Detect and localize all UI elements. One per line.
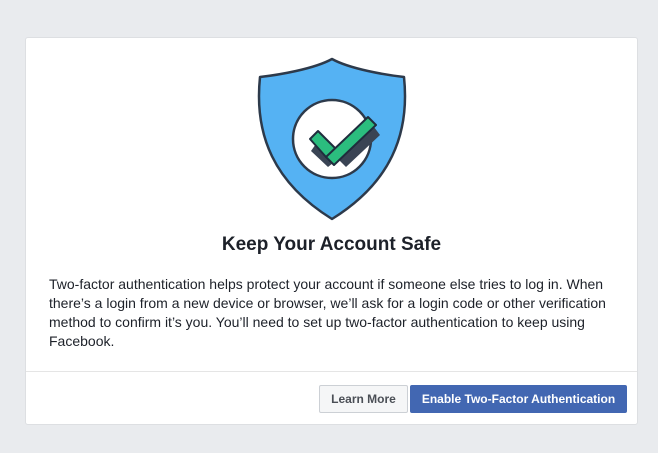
shield-check-icon [257, 57, 407, 221]
dialog-title: Keep Your Account Safe [221, 234, 442, 255]
dialog-description: Two-factor authentication helps protect … [49, 276, 606, 349]
enable-two-factor-button[interactable]: Enable Two-Factor Authentication [410, 385, 627, 413]
learn-more-button[interactable]: Learn More [319, 385, 408, 413]
dialog-footer: Learn More Enable Two-Factor Authenticat… [26, 371, 637, 426]
two-factor-dialog: Keep Your Account Safe Two-factor authen… [25, 37, 638, 425]
